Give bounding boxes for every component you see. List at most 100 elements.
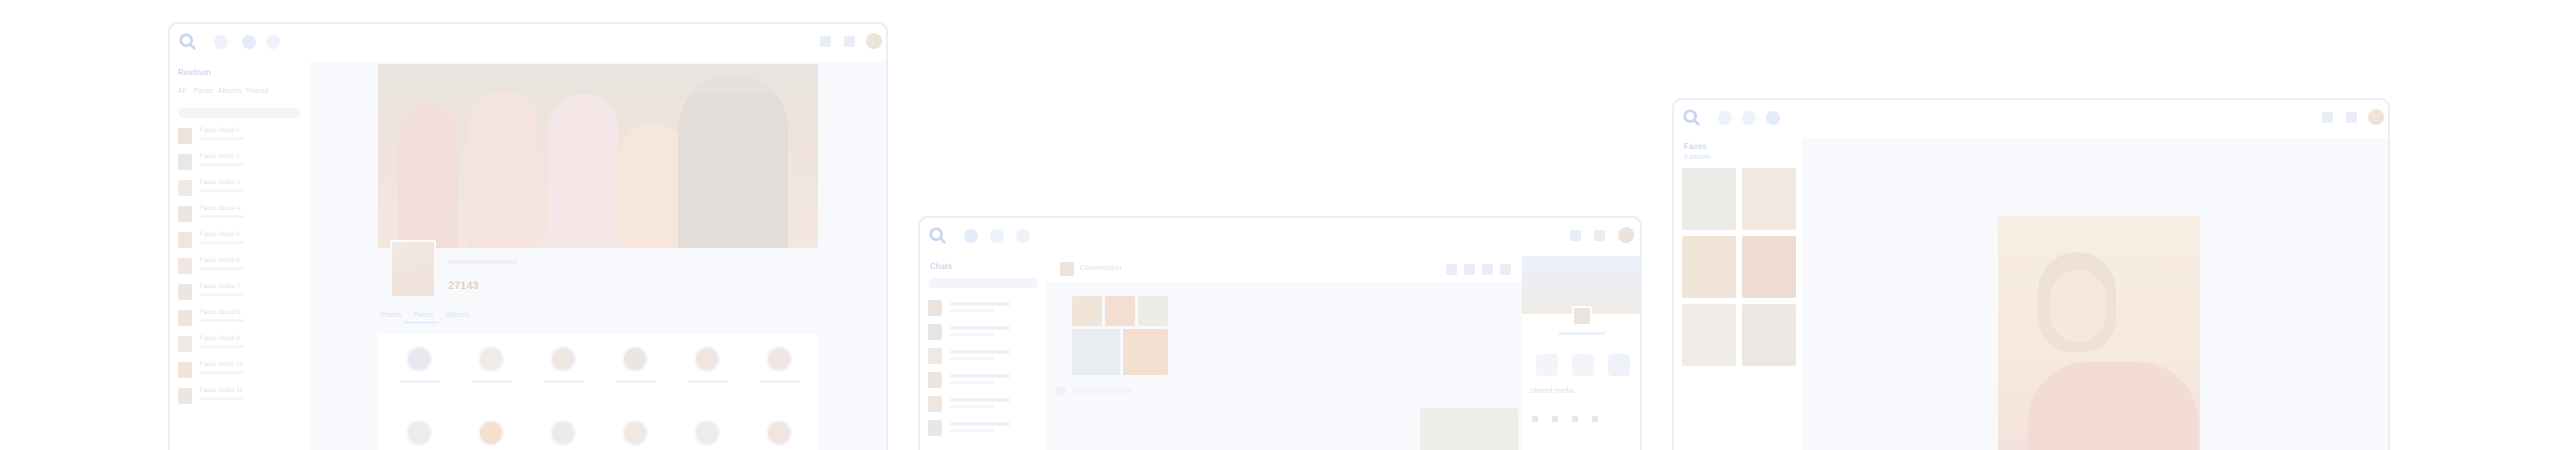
sidebar-tab-albums[interactable]: Albums [218,88,241,95]
list-item[interactable]: Faces Group 11 [178,386,302,408]
photo-thumb[interactable] [1138,296,1168,326]
user-avatar[interactable] [2368,109,2384,125]
profile-count: 27143 [448,280,479,292]
sidebar-tab-shared[interactable]: Shared [246,88,269,95]
list-item-name: Faces Group 1 [200,128,240,134]
photo-thumb[interactable] [1072,296,1102,326]
list-item[interactable]: Faces Group 4 [178,204,302,226]
album-icon[interactable] [1766,111,1780,125]
chat-header-name: Conversation [1080,265,1122,272]
sidebar: Rostrum All Faces Albums Shared Faces Gr… [170,62,310,450]
list-item[interactable]: Faces Group 10 [178,360,302,382]
info-name-placeholder [1558,332,1606,335]
chat-list-item[interactable] [928,394,1038,416]
info-action-button[interactable] [1572,354,1594,376]
face-avatar[interactable] [766,420,792,446]
thumbnail [178,388,192,404]
list-item-name: Faces Group 3 [200,180,240,186]
sidebar-search-input[interactable] [928,278,1038,288]
info-action-button[interactable] [1608,354,1630,376]
album-icon[interactable] [1016,229,1030,243]
home-icon[interactable] [964,229,978,243]
list-item-name: Faces Group 8 [200,310,240,316]
sidebar-search-input[interactable] [178,108,300,118]
face-avatar[interactable] [550,346,576,372]
list-item[interactable]: Faces Group 3 [178,178,302,200]
face-tile[interactable] [1742,168,1796,230]
user-avatar[interactable] [866,33,882,49]
photo-thumb[interactable] [1123,329,1168,375]
sidebar-tab-faces[interactable]: Faces [194,88,213,95]
message-image-grid[interactable] [1072,296,1172,378]
message-avatar [1056,386,1066,396]
face-tile[interactable] [1682,168,1736,230]
sidebar-title: Faces [1684,142,1707,151]
search-icon[interactable] [1482,264,1493,275]
face-tile[interactable] [1742,236,1796,298]
thumbnail [178,284,192,300]
list-item[interactable]: Faces Group 6 [178,256,302,278]
face-tile[interactable] [1742,304,1796,366]
face-avatar[interactable] [550,420,576,446]
tab-underline [404,322,438,323]
grid-icon[interactable] [1570,230,1581,241]
user-avatar[interactable] [1618,227,1634,243]
gear-icon[interactable] [1594,230,1605,241]
chat-list-item[interactable] [928,298,1038,320]
home-icon[interactable] [1718,111,1732,125]
chat-list-item[interactable] [928,370,1038,392]
list-item[interactable]: Faces Group 9 [178,334,302,356]
thumbnail [178,206,192,222]
search-logo-icon[interactable] [1683,109,1701,127]
chat-list-item[interactable] [928,346,1038,368]
face-avatar[interactable] [622,346,648,372]
search-logo-icon[interactable] [929,227,947,245]
video-icon[interactable] [1464,264,1475,275]
phone-icon[interactable] [1446,264,1457,275]
face-avatar[interactable] [694,346,720,372]
info-action-button[interactable] [1536,354,1558,376]
people-icon[interactable] [1742,111,1756,125]
chat-list-item[interactable] [928,322,1038,344]
profile-tab-faces[interactable]: Faces [414,312,433,319]
info-icon[interactable] [1500,264,1511,275]
message-photo[interactable] [1420,408,1518,450]
face-tile[interactable] [1682,236,1736,298]
home-icon[interactable] [214,35,228,49]
profile-tab-albums[interactable]: Albums [446,312,469,319]
face-avatar[interactable] [766,346,792,372]
gear-icon[interactable] [2346,112,2357,123]
photo-thumb[interactable] [1105,296,1135,326]
people-icon[interactable] [242,35,256,49]
sidebar-tab-all[interactable]: All [178,88,186,95]
search-logo-icon[interactable] [179,33,197,51]
list-item-name: Faces Group 7 [200,284,240,290]
profile-tab-photos[interactable]: Photos [380,312,402,319]
face-avatar[interactable] [406,420,432,446]
chat-list-item[interactable] [928,418,1038,440]
main-content: 27143 Photos Faces Albums [310,62,886,450]
album-icon[interactable] [266,35,280,49]
people-icon[interactable] [990,229,1004,243]
face-tile[interactable] [1682,304,1736,366]
grid-icon[interactable] [820,36,831,47]
list-item[interactable]: Faces Group 2 [178,152,302,174]
face-avatar[interactable] [478,420,504,446]
thumbnail [178,310,192,326]
gear-icon[interactable] [844,36,855,47]
face-avatar[interactable] [478,346,504,372]
top-bar [170,24,886,62]
grid-icon[interactable] [2322,112,2333,123]
thumbnail [178,336,192,352]
list-item[interactable]: Faces Group 5 [178,230,302,252]
sidebar-subtitle: 6 people [1684,154,1711,161]
list-item[interactable]: Faces Group 1 [178,126,302,148]
photo-thumb[interactable] [1072,329,1120,375]
list-item[interactable]: Faces Group 8 [178,308,302,330]
list-item[interactable]: Faces Group 7 [178,282,302,304]
face-avatar[interactable] [406,346,432,372]
large-photo[interactable] [1998,216,2200,450]
thumbnail [178,362,192,378]
face-avatar[interactable] [694,420,720,446]
face-avatar[interactable] [622,420,648,446]
